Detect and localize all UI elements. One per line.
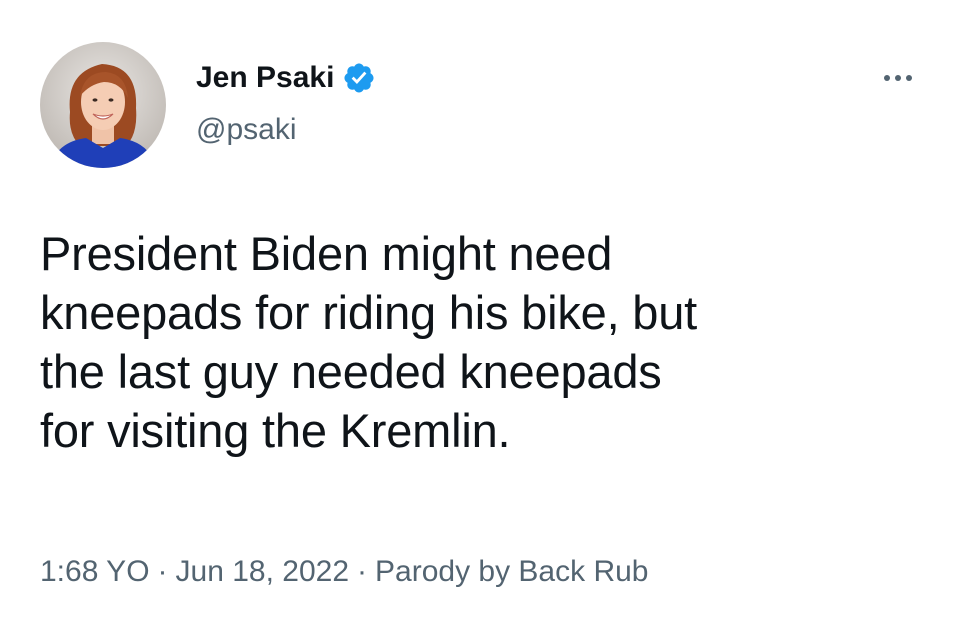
name-row: Jen Psaki — [196, 56, 376, 100]
tweet-text-line: the last guy needed kneepads — [40, 345, 662, 398]
meta-separator: · — [357, 555, 368, 588]
verified-badge-icon — [342, 61, 376, 95]
tweet-time[interactable]: 1:68 YO — [40, 555, 150, 588]
display-name[interactable]: Jen Psaki — [196, 60, 334, 96]
meta-separator: · — [157, 555, 168, 588]
avatar-image — [40, 42, 166, 168]
tweet-meta: 1:68 YO · Jun 18, 2022 · Parody by Back Rub — [40, 552, 649, 592]
tweet-card: Jen Psaki @psaki President Biden might n… — [0, 0, 960, 633]
tweet-text-line: kneepads for riding his bike, but — [40, 286, 698, 339]
tweet-text-line: for visiting the Kremlin. — [40, 404, 511, 457]
more-dot — [895, 75, 901, 81]
avatar[interactable] — [40, 42, 166, 168]
tweet-source[interactable]: Parody by Back Rub — [375, 555, 648, 588]
more-options-icon[interactable] — [874, 60, 922, 96]
tweet-text-line: President Biden might need — [40, 227, 613, 280]
tweet-text: President Biden might need kneepads for … — [40, 224, 920, 460]
user-handle[interactable]: @psaki — [196, 112, 297, 148]
more-dot — [884, 75, 890, 81]
more-dot — [906, 75, 912, 81]
tweet-date[interactable]: Jun 18, 2022 — [176, 555, 349, 588]
